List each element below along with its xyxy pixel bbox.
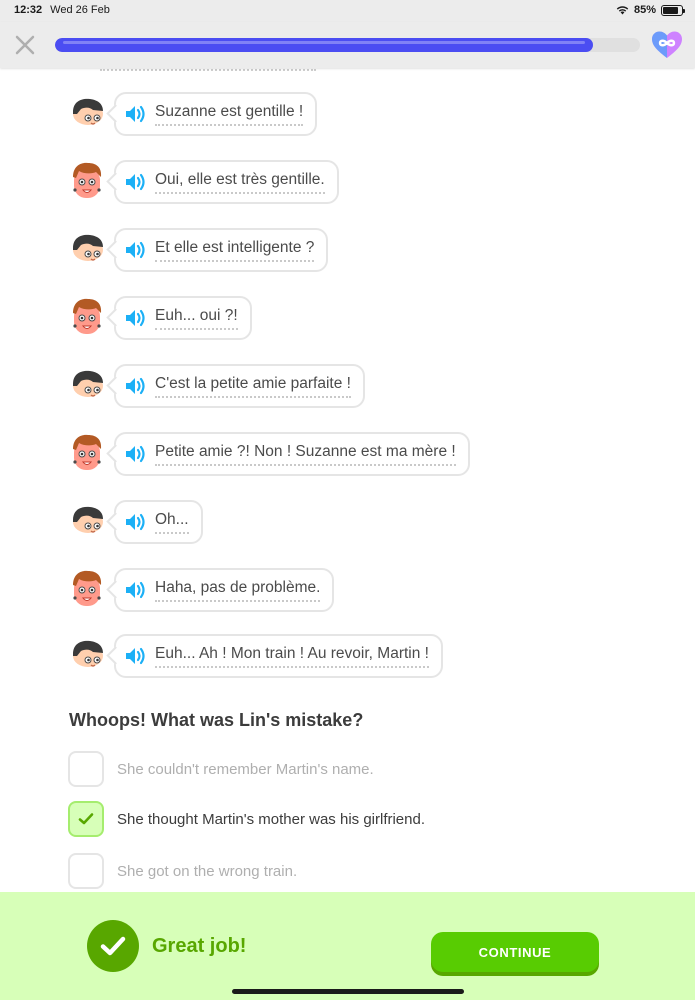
battery-icon [661,4,685,16]
feedback-banner: Great job! CONTINUE [0,892,695,1000]
wifi-icon [616,6,629,15]
speaker-icon [126,647,145,665]
dialogue-text: Euh... Ah ! Mon train ! Au revoir, Marti… [155,645,429,668]
question-title: Whoops! What was Lin's mistake? [69,710,364,730]
checkmark-icon [100,936,126,956]
speech-bubble[interactable]: Euh... oui ?! [114,296,252,340]
success-badge [87,920,139,972]
lin-avatar-icon [73,506,103,533]
speech-bubble[interactable]: Euh... Ah ! Mon train ! Au revoir, Marti… [114,634,443,678]
answer-option[interactable]: She got on the wrong train. [68,853,297,889]
speaker-icon [126,581,145,599]
hearts-button[interactable] [650,30,684,60]
martin-avatar-icon [73,298,102,334]
lesson-progress-bar [55,38,640,52]
lin-avatar-icon [73,98,103,125]
lin-avatar-icon [73,640,103,667]
close-button[interactable] [12,32,38,58]
option-checkbox[interactable] [68,853,104,889]
dialogue-line: Euh... Ah ! Mon train ! Au revoir, Marti… [68,634,443,678]
speaker-icon [126,105,145,123]
close-icon [15,35,35,55]
dialogue-line: Et elle est intelligente ? [68,228,329,272]
speech-bubble[interactable]: Oui, elle est très gentille. [114,160,339,204]
status-date: Wed 26 Feb [50,4,110,16]
speech-bubble[interactable]: Et elle est intelligente ? [114,228,329,272]
dialogue-text: Oh... [155,511,189,534]
speaker-icon [126,173,145,191]
dialogue-text: Oui, elle est très gentille. [155,171,325,194]
dialogue-line: Petite amie ?! Non ! Suzanne est ma mère… [68,432,470,476]
dialogue-text: Petite amie ?! Non ! Suzanne est ma mère… [155,443,456,466]
checkmark-icon [78,813,94,825]
speech-bubble[interactable]: Suzanne est gentille ! [114,92,318,136]
martin-avatar-icon [73,162,102,198]
dialogue-text: Suzanne est gentille ! [155,103,304,126]
speech-bubble[interactable]: Haha, pas de problème. [114,568,335,612]
answer-option[interactable]: She thought Martin's mother was his girl… [68,801,425,837]
lin-avatar-icon [73,370,103,397]
dialogue-line: Haha, pas de problème. [68,568,335,612]
lin-avatar-icon [73,234,103,261]
option-label: She thought Martin's mother was his girl… [117,810,426,828]
home-indicator [232,989,464,994]
option-label: She got on the wrong train. [117,862,298,880]
speech-bubble[interactable]: Oh... [114,500,203,544]
dialogue-text: C'est la petite amie parfaite ! [155,375,351,398]
previous-line-fragment [100,68,316,71]
speaker-icon [126,445,145,463]
battery-level [663,6,679,14]
status-bar: 12:32 Wed 26 Feb 85% [0,0,695,22]
feedback-message: Great job! [152,935,247,957]
dialogue-line: Oh... [68,500,203,544]
answer-option[interactable]: She couldn't remember Martin's name. [68,751,374,787]
martin-avatar-icon [73,434,102,470]
dialogue-text: Et elle est intelligente ? [155,239,315,262]
option-checkbox[interactable] [68,801,104,837]
dialogue-line: C'est la petite amie parfaite ! [68,364,365,408]
option-label: She couldn't remember Martin's name. [117,760,374,778]
continue-button[interactable]: CONTINUE [431,932,599,972]
speaker-icon [126,377,145,395]
dialogue-text: Haha, pas de problème. [155,579,321,602]
dialogue-line: Euh... oui ?! [68,296,252,340]
speaker-icon [126,241,145,259]
speech-bubble[interactable]: C'est la petite amie parfaite ! [114,364,365,408]
speaker-icon [126,309,145,327]
speech-bubble[interactable]: Petite amie ?! Non ! Suzanne est ma mère… [114,432,470,476]
lesson-header [0,22,695,68]
battery-percent: 85% [633,4,656,16]
dialogue-line: Oui, elle est très gentille. [68,160,339,204]
martin-avatar-icon [73,570,102,606]
dialogue-text: Euh... oui ?! [155,307,238,330]
dialogue-line: Suzanne est gentille ! [68,92,318,136]
speaker-icon [126,513,145,531]
status-time: 12:32 [14,4,43,16]
infinite-hearts-icon [652,31,682,58]
option-checkbox[interactable] [68,751,104,787]
lesson-progress-fill [55,38,594,52]
